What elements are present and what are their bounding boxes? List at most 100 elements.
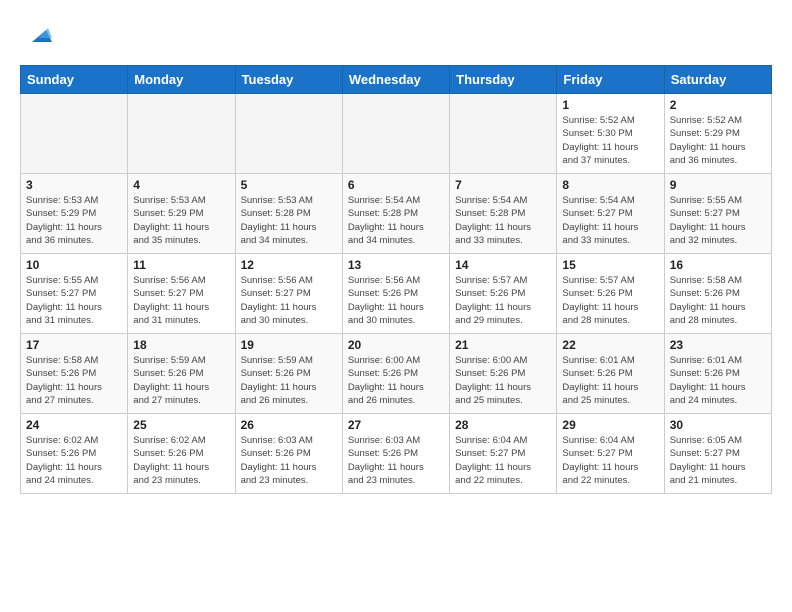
logo-icon	[24, 20, 54, 55]
day-number: 11	[133, 258, 229, 272]
calendar-cell: 19 Sunrise: 5:59 AM Sunset: 5:26 PM Dayli…	[235, 334, 342, 414]
day-detail: Sunrise: 6:01 AM Sunset: 5:26 PM Dayligh…	[562, 354, 658, 407]
day-detail: Sunrise: 5:56 AM Sunset: 5:27 PM Dayligh…	[241, 274, 337, 327]
day-detail: Sunrise: 6:00 AM Sunset: 5:26 PM Dayligh…	[348, 354, 444, 407]
calendar-cell: 13 Sunrise: 5:56 AM Sunset: 5:26 PM Dayli…	[342, 254, 449, 334]
day-number: 3	[26, 178, 122, 192]
calendar-cell: 10Sunrise: 5:55 AM Sunset: 5:27 PM Dayli…	[21, 254, 128, 334]
calendar-cell: 29Sunrise: 6:04 AM Sunset: 5:27 PM Dayli…	[557, 414, 664, 494]
calendar-cell: 16 Sunrise: 5:58 AM Sunset: 5:26 PM Dayli…	[664, 254, 771, 334]
calendar-cell: 9Sunrise: 5:55 AM Sunset: 5:27 PM Daylig…	[664, 174, 771, 254]
day-number: 24	[26, 418, 122, 432]
calendar-cell: 25 Sunrise: 6:02 AM Sunset: 5:26 PM Dayli…	[128, 414, 235, 494]
calendar-cell	[128, 94, 235, 174]
week-row-1: 1 Sunrise: 5:52 AM Sunset: 5:30 PM Daylig…	[21, 94, 772, 174]
day-detail: Sunrise: 5:58 AM Sunset: 5:26 PM Dayligh…	[26, 354, 122, 407]
day-number: 6	[348, 178, 444, 192]
day-number: 21	[455, 338, 551, 352]
calendar-cell: 27 Sunrise: 6:03 AM Sunset: 5:26 PM Dayli…	[342, 414, 449, 494]
day-number: 12	[241, 258, 337, 272]
day-number: 15	[562, 258, 658, 272]
calendar-cell: 28 Sunrise: 6:04 AM Sunset: 5:27 PM Dayli…	[450, 414, 557, 494]
day-number: 27	[348, 418, 444, 432]
weekday-header-row: SundayMondayTuesdayWednesdayThursdayFrid…	[21, 66, 772, 94]
header	[20, 20, 772, 55]
day-number: 5	[241, 178, 337, 192]
calendar-cell: 17Sunrise: 5:58 AM Sunset: 5:26 PM Dayli…	[21, 334, 128, 414]
day-detail: Sunrise: 5:53 AM Sunset: 5:29 PM Dayligh…	[26, 194, 122, 247]
day-detail: Sunrise: 5:56 AM Sunset: 5:26 PM Dayligh…	[348, 274, 444, 327]
day-detail: Sunrise: 5:53 AM Sunset: 5:28 PM Dayligh…	[241, 194, 337, 247]
week-row-4: 17Sunrise: 5:58 AM Sunset: 5:26 PM Dayli…	[21, 334, 772, 414]
day-number: 22	[562, 338, 658, 352]
calendar-cell: 20 Sunrise: 6:00 AM Sunset: 5:26 PM Dayli…	[342, 334, 449, 414]
day-detail: Sunrise: 5:53 AM Sunset: 5:29 PM Dayligh…	[133, 194, 229, 247]
calendar-cell: 23 Sunrise: 6:01 AM Sunset: 5:26 PM Dayli…	[664, 334, 771, 414]
day-number: 18	[133, 338, 229, 352]
calendar-cell: 12 Sunrise: 5:56 AM Sunset: 5:27 PM Dayli…	[235, 254, 342, 334]
weekday-header-wednesday: Wednesday	[342, 66, 449, 94]
calendar-cell: 8 Sunrise: 5:54 AM Sunset: 5:27 PM Daylig…	[557, 174, 664, 254]
day-detail: Sunrise: 5:56 AM Sunset: 5:27 PM Dayligh…	[133, 274, 229, 327]
day-detail: Sunrise: 5:57 AM Sunset: 5:26 PM Dayligh…	[562, 274, 658, 327]
day-detail: Sunrise: 5:52 AM Sunset: 5:30 PM Dayligh…	[562, 114, 658, 167]
weekday-header-tuesday: Tuesday	[235, 66, 342, 94]
calendar-cell: 3 Sunrise: 5:53 AM Sunset: 5:29 PM Daylig…	[21, 174, 128, 254]
weekday-header-thursday: Thursday	[450, 66, 557, 94]
weekday-header-saturday: Saturday	[664, 66, 771, 94]
day-number: 20	[348, 338, 444, 352]
day-detail: Sunrise: 6:04 AM Sunset: 5:27 PM Dayligh…	[455, 434, 551, 487]
day-detail: Sunrise: 5:54 AM Sunset: 5:28 PM Dayligh…	[455, 194, 551, 247]
day-detail: Sunrise: 5:58 AM Sunset: 5:26 PM Dayligh…	[670, 274, 766, 327]
day-detail: Sunrise: 6:01 AM Sunset: 5:26 PM Dayligh…	[670, 354, 766, 407]
weekday-header-sunday: Sunday	[21, 66, 128, 94]
day-number: 1	[562, 98, 658, 112]
calendar-cell: 26 Sunrise: 6:03 AM Sunset: 5:26 PM Dayli…	[235, 414, 342, 494]
day-detail: Sunrise: 5:59 AM Sunset: 5:26 PM Dayligh…	[133, 354, 229, 407]
logo	[20, 20, 54, 55]
day-detail: Sunrise: 5:57 AM Sunset: 5:26 PM Dayligh…	[455, 274, 551, 327]
calendar-cell: 1 Sunrise: 5:52 AM Sunset: 5:30 PM Daylig…	[557, 94, 664, 174]
calendar-cell: 30Sunrise: 6:05 AM Sunset: 5:27 PM Dayli…	[664, 414, 771, 494]
day-detail: Sunrise: 5:55 AM Sunset: 5:27 PM Dayligh…	[26, 274, 122, 327]
day-number: 13	[348, 258, 444, 272]
calendar-cell: 22 Sunrise: 6:01 AM Sunset: 5:26 PM Dayli…	[557, 334, 664, 414]
day-number: 19	[241, 338, 337, 352]
calendar-cell: 14 Sunrise: 5:57 AM Sunset: 5:26 PM Dayli…	[450, 254, 557, 334]
day-number: 25	[133, 418, 229, 432]
weekday-header-monday: Monday	[128, 66, 235, 94]
calendar-cell: 24Sunrise: 6:02 AM Sunset: 5:26 PM Dayli…	[21, 414, 128, 494]
calendar-cell	[235, 94, 342, 174]
calendar-cell: 7Sunrise: 5:54 AM Sunset: 5:28 PM Daylig…	[450, 174, 557, 254]
weekday-header-friday: Friday	[557, 66, 664, 94]
day-number: 9	[670, 178, 766, 192]
calendar-cell: 6 Sunrise: 5:54 AM Sunset: 5:28 PM Daylig…	[342, 174, 449, 254]
day-number: 29	[562, 418, 658, 432]
day-number: 28	[455, 418, 551, 432]
day-detail: Sunrise: 6:03 AM Sunset: 5:26 PM Dayligh…	[241, 434, 337, 487]
page: SundayMondayTuesdayWednesdayThursdayFrid…	[0, 0, 792, 504]
calendar-cell: 15 Sunrise: 5:57 AM Sunset: 5:26 PM Dayli…	[557, 254, 664, 334]
calendar-cell	[21, 94, 128, 174]
day-detail: Sunrise: 5:54 AM Sunset: 5:27 PM Dayligh…	[562, 194, 658, 247]
calendar-cell: 18 Sunrise: 5:59 AM Sunset: 5:26 PM Dayli…	[128, 334, 235, 414]
week-row-5: 24 Sunrise: 6:02 AM Sunset: 5:26 PM Dayli…	[21, 414, 772, 494]
calendar-cell: 21Sunrise: 6:00 AM Sunset: 5:26 PM Dayli…	[450, 334, 557, 414]
day-number: 30	[670, 418, 766, 432]
day-number: 8	[562, 178, 658, 192]
calendar-cell: 2Sunrise: 5:52 AM Sunset: 5:29 PM Daylig…	[664, 94, 771, 174]
day-detail: Sunrise: 5:54 AM Sunset: 5:28 PM Dayligh…	[348, 194, 444, 247]
day-detail: Sunrise: 6:02 AM Sunset: 5:26 PM Dayligh…	[133, 434, 229, 487]
calendar-table: SundayMondayTuesdayWednesdayThursdayFrid…	[20, 65, 772, 494]
day-detail: Sunrise: 5:59 AM Sunset: 5:26 PM Dayligh…	[241, 354, 337, 407]
day-detail: Sunrise: 5:52 AM Sunset: 5:29 PM Dayligh…	[670, 114, 766, 167]
week-row-3: 10Sunrise: 5:55 AM Sunset: 5:27 PM Dayli…	[21, 254, 772, 334]
day-number: 16	[670, 258, 766, 272]
day-detail: Sunrise: 6:03 AM Sunset: 5:26 PM Dayligh…	[348, 434, 444, 487]
day-number: 14	[455, 258, 551, 272]
day-number: 23	[670, 338, 766, 352]
calendar-cell	[450, 94, 557, 174]
calendar-cell	[342, 94, 449, 174]
calendar-cell: 4Sunrise: 5:53 AM Sunset: 5:29 PM Daylig…	[128, 174, 235, 254]
day-number: 26	[241, 418, 337, 432]
